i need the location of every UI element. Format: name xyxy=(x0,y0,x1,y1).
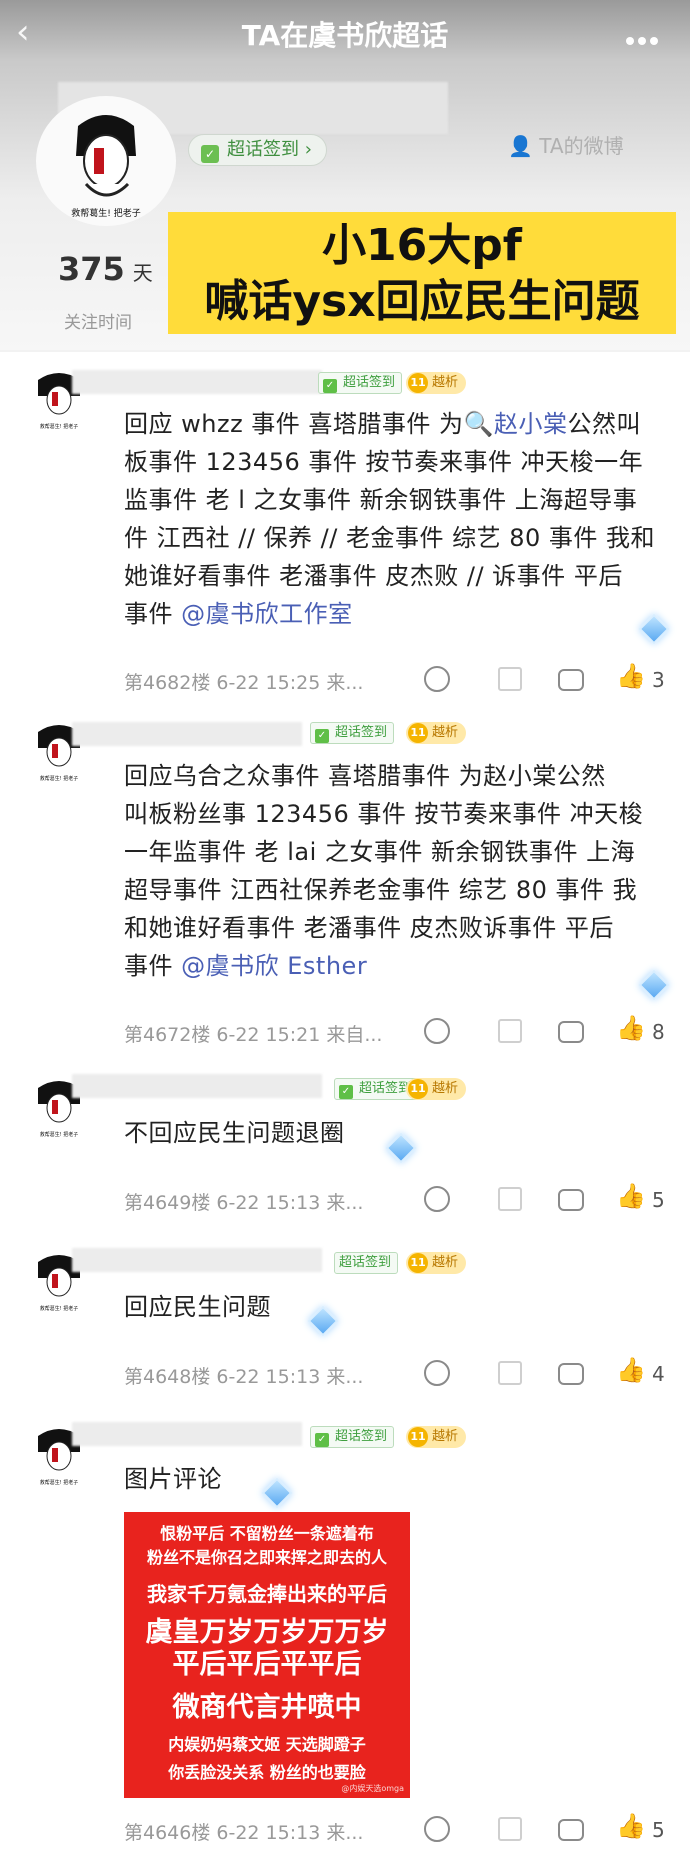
ta-weibo-link[interactable]: 👤 TA的微博 xyxy=(508,130,624,159)
comment-item: 救帮葛生! 把老子 ✓ 超话签到 11 越析 不回应民生问题退圈 第4649楼 6-… xyxy=(0,1068,690,1238)
image-watermark: @内娱天选omga xyxy=(341,1784,404,1793)
dislike-icon[interactable] xyxy=(424,1360,450,1386)
comment-item: 救帮葛生! 把老子 ✓ 超话签到 11 越析 回应 whzz 事件 喜塔腊事件 为🔍… xyxy=(0,360,690,710)
like-icon[interactable]: 👍 xyxy=(616,1812,646,1840)
comment-icon[interactable] xyxy=(558,669,584,691)
dislike-icon[interactable] xyxy=(424,1186,450,1212)
svg-text:救帮葛生! 把老子: 救帮葛生! 把老子 xyxy=(40,1305,79,1312)
share-icon[interactable] xyxy=(498,1361,522,1385)
like-count: 8 xyxy=(652,1020,665,1044)
comment-item: 救帮葛生! 把老子 超话签到 11 越析 回应民生问题 第4648楼 6-22 1… xyxy=(0,1244,690,1414)
comment-item: 救帮葛生! 把老子 ✓ 超话签到 11 越析 回应乌合之众事件 喜塔腊事件 为赵小棠… xyxy=(0,712,690,1062)
share-icon[interactable] xyxy=(498,1019,522,1043)
comment-icon[interactable] xyxy=(558,1189,584,1211)
search-mention-link[interactable]: 🔍赵小棠 xyxy=(464,410,568,438)
dislike-icon[interactable] xyxy=(424,1018,450,1044)
checkin-button[interactable]: ✓ 超话签到 › xyxy=(188,134,327,166)
like-count: 5 xyxy=(652,1188,665,1212)
dislike-icon[interactable] xyxy=(424,666,450,692)
checkin-badge: ✓ 超话签到 xyxy=(310,1426,395,1448)
like-icon[interactable]: 👍 xyxy=(616,1356,646,1384)
svg-text:救帮葛生! 把老子: 救帮葛生! 把老子 xyxy=(40,775,79,782)
comment-meta: 第4648楼 6-22 15:13 来... xyxy=(124,1366,364,1388)
like-icon[interactable]: 👍 xyxy=(616,1014,646,1042)
like-count: 4 xyxy=(652,1362,665,1386)
like-count: 3 xyxy=(652,668,665,692)
comment-text: 回应民生问题 xyxy=(124,1293,271,1321)
blurred-username xyxy=(72,1074,322,1098)
svg-text:救帮葛生! 把老子: 救帮葛生! 把老子 xyxy=(40,1479,79,1486)
svg-text:救帮葛生! 把老子: 救帮葛生! 把老子 xyxy=(40,1131,79,1138)
mention-link[interactable]: @虞书欣 Esther xyxy=(181,952,367,980)
comment-meta: 第4649楼 6-22 15:13 来... xyxy=(124,1192,364,1214)
share-icon[interactable] xyxy=(498,667,522,691)
blurred-username xyxy=(72,1248,322,1272)
follow-time-label: 关注时间 xyxy=(64,313,132,333)
comment-icon[interactable] xyxy=(558,1363,584,1385)
comment-icon[interactable] xyxy=(558,1021,584,1043)
comment-meta: 第4682楼 6-22 15:25 来... xyxy=(124,672,364,694)
like-icon[interactable]: 👍 xyxy=(616,662,646,690)
dislike-icon[interactable] xyxy=(424,1816,450,1842)
like-icon[interactable]: 👍 xyxy=(616,1182,646,1210)
rank-badge: 11 越析 xyxy=(406,1426,467,1448)
comment-text: 回应 whzz 事件 喜塔腊事件 为🔍赵小棠公然叫 板事件 123456 事件 … xyxy=(124,410,656,628)
comment-meta: 第4646楼 6-22 15:13 来... xyxy=(124,1822,364,1844)
more-options-icon[interactable] xyxy=(626,30,666,45)
blurred-username xyxy=(72,370,322,394)
divider xyxy=(0,350,690,352)
comment-icon[interactable] xyxy=(558,1819,584,1841)
page-title: TA在虞书欣超话 xyxy=(241,19,449,52)
rank-badge: 11 越析 xyxy=(406,722,467,744)
comment-text: 图片评论 xyxy=(124,1465,222,1493)
checkin-badge: 超话签到 xyxy=(334,1252,399,1274)
comment-meta: 第4672楼 6-22 15:21 来自... xyxy=(124,1024,383,1046)
title-banner: 小16大pf 喊话ysx回应民生问题 xyxy=(168,212,676,334)
follow-days: 375 天 xyxy=(58,250,153,288)
top-nav-bar: ‹ TA在虞书欣超话 xyxy=(0,0,690,70)
share-icon[interactable] xyxy=(498,1187,522,1211)
share-icon[interactable] xyxy=(498,1817,522,1841)
comment-image[interactable]: 恨粉平后 不留粉丝一条遮着布 粉丝不是你召之即来挥之即去的人 我家千万氪金捧出来… xyxy=(124,1512,410,1798)
rank-badge: 11 越析 xyxy=(406,1252,467,1274)
comment-text: 回应乌合之众事件 喜塔腊事件 为赵小棠公然 叫板粉丝事 123456 事件 按节… xyxy=(124,762,644,980)
rank-badge: 11 越析 xyxy=(406,372,467,394)
svg-text:救帮葛生! 把老子: 救帮葛生! 把老子 xyxy=(40,423,79,430)
checkin-badge: ✓ 超话签到 xyxy=(318,372,403,394)
avatar[interactable]: 救帮葛生! 把老子 xyxy=(36,96,176,226)
svg-text:救帮葛生! 把老子: 救帮葛生! 把老子 xyxy=(71,207,140,219)
rank-badge: 11 越析 xyxy=(406,1078,467,1100)
mention-link[interactable]: @虞书欣工作室 xyxy=(181,600,353,628)
like-count: 5 xyxy=(652,1818,665,1842)
checkin-icon: ✓ xyxy=(201,145,219,163)
checkin-badge: ✓ 超话签到 xyxy=(310,722,395,744)
blurred-username xyxy=(72,722,302,746)
blurred-username xyxy=(72,1422,302,1446)
